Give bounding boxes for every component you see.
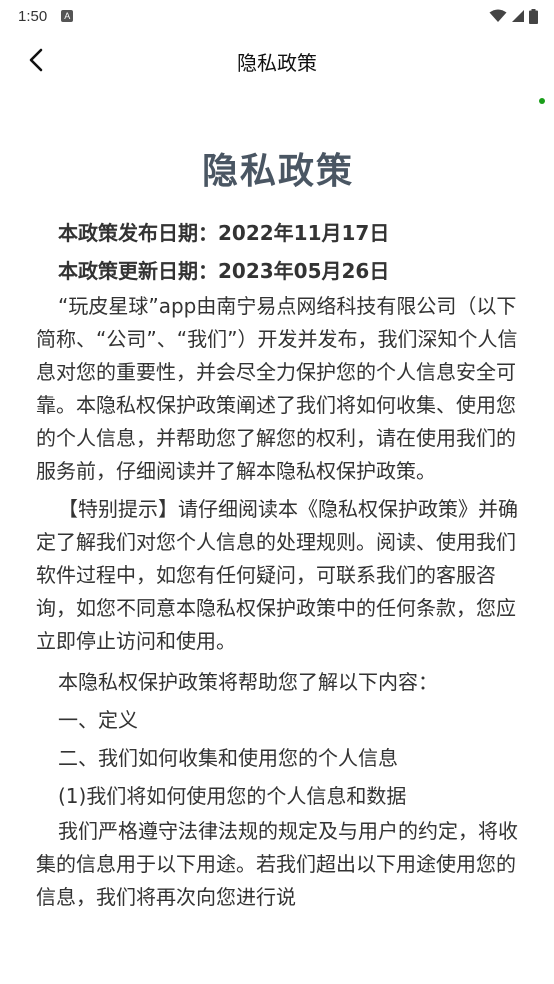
status-left: 1:50 A (18, 7, 74, 25)
notification-a-icon: A (61, 10, 74, 22)
app-bar: 隐私政策 (0, 34, 554, 88)
contents-item: 一、定义 (58, 708, 138, 732)
contents-item: 二、我们如何收集和使用您的个人信息 (58, 746, 398, 770)
paragraph-special-notice: 【特别提示】请仔细阅读本《隐私权保护政策》并确定了解我们对您个人信息的处理规则。… (36, 497, 518, 653)
paragraph-usage: 我们严格遵守法律法规的规定及与用户的约定，将收集的信息用于以下用途。若我们超出以… (36, 819, 518, 909)
status-bar: 1:50 A (0, 0, 554, 32)
status-time: 1:50 (18, 7, 48, 25)
contents-item: (1)我们将如何使用您的个人信息和数据 (58, 784, 407, 808)
paragraph-intro: “玩皮星球”app由南宁易点网络科技有限公司（以下简称、“公司”、“我们”）开发… (36, 294, 518, 483)
policy-content[interactable]: 隐私政策 本政策发布日期：2022年11月17日 本政策更新日期：2023年05… (36, 138, 520, 919)
update-date: 本政策更新日期：2023年05月26日 (58, 259, 390, 283)
back-button[interactable] (20, 44, 52, 76)
app-bar-title: 隐私政策 (237, 50, 317, 75)
battery-icon (529, 8, 538, 24)
chevron-left-icon (29, 48, 43, 72)
wifi-icon (489, 9, 507, 22)
signal-icon (512, 10, 524, 22)
contents-intro: 本隐私权保护政策将帮助您了解以下内容： (58, 670, 438, 694)
publish-date: 本政策发布日期：2022年11月17日 (58, 221, 390, 245)
status-right (489, 8, 538, 24)
status-indicator-dot (539, 98, 545, 104)
document-title: 隐私政策 (201, 151, 354, 192)
